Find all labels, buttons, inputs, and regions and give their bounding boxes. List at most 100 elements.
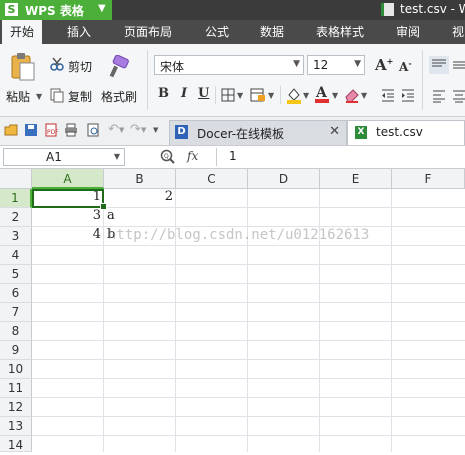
tab-table-style[interactable]: 表格样式 [316, 20, 364, 44]
paste-label[interactable]: 粘贴 [6, 88, 30, 105]
gridline-horizontal [32, 340, 465, 341]
insert-function-button[interactable]: fx [187, 149, 198, 163]
doc-tab-docer[interactable]: D Docer-在线模板 ✕ [169, 120, 347, 145]
column-header-d[interactable]: D [248, 169, 320, 189]
row-header-7[interactable]: 7 [0, 303, 32, 322]
align-middle-icon[interactable] [452, 58, 465, 75]
tab-home[interactable]: 开始 [2, 20, 43, 44]
row-header-14[interactable]: 14 [0, 436, 32, 452]
column-header-a[interactable]: A [32, 169, 104, 189]
row-header-6[interactable]: 6 [0, 284, 32, 303]
cell-b1[interactable]: 2 [104, 189, 176, 208]
svg-text:A: A [315, 85, 328, 101]
font-name-value: 宋体 [160, 60, 185, 74]
app-menu-button[interactable]: S WPS 表格 ▼ [0, 0, 112, 20]
clipboard-icon [11, 53, 35, 81]
cut-button[interactable]: 剪切 [68, 58, 92, 75]
doc-tab-label: Docer-在线模板 [197, 127, 285, 141]
row-header-11[interactable]: 11 [0, 379, 32, 398]
chevron-down-icon: ▼ [113, 152, 120, 161]
chevron-down-icon[interactable]: ▼ [361, 91, 367, 100]
tab-formulas[interactable]: 公式 [205, 20, 229, 44]
italic-button[interactable]: I [181, 86, 187, 101]
paste-dropdown-icon[interactable]: ▼ [36, 92, 42, 101]
active-cell-selection [32, 189, 104, 208]
bold-button[interactable]: B [158, 86, 169, 101]
cell-a2[interactable]: 3 [32, 208, 104, 227]
paste-button[interactable] [10, 52, 36, 82]
spreadsheet-grid[interactable]: A B C D E F 1 2 3 4 5 6 7 8 9 10 11 12 1… [0, 169, 465, 452]
chevron-down-icon[interactable]: ▼ [268, 91, 274, 100]
font-name-select[interactable]: 宋体 ▼ [154, 55, 304, 75]
export-pdf-icon[interactable]: PDF [44, 123, 59, 137]
row-header-2[interactable]: 2 [0, 208, 32, 227]
format-painter-button[interactable]: 格式刷 [101, 88, 137, 105]
tab-review[interactable]: 审阅 [396, 20, 420, 44]
csv-file-icon [381, 3, 394, 16]
underline-button[interactable]: U [198, 86, 209, 101]
name-box[interactable]: A1 ▼ [3, 148, 125, 166]
row-header-12[interactable]: 12 [0, 398, 32, 417]
align-top-icon [432, 59, 446, 67]
open-folder-icon[interactable] [4, 123, 18, 137]
tab-data[interactable]: 数据 [260, 20, 284, 44]
grow-font-button[interactable]: A+ [375, 56, 393, 74]
row-header-8[interactable]: 8 [0, 322, 32, 341]
column-header-f[interactable]: F [392, 169, 465, 189]
align-center-icon[interactable] [452, 89, 465, 106]
gridline-horizontal [32, 397, 465, 398]
column-header-e[interactable]: E [320, 169, 392, 189]
doc-tab-test-csv[interactable]: X test.csv [347, 120, 465, 145]
grow-font-label: A [375, 56, 387, 74]
gridline-horizontal [32, 283, 465, 284]
menu-bar: 开始 插入 页面布局 公式 数据 表格样式 审阅 视 [0, 20, 465, 44]
scissors-icon [50, 57, 64, 74]
fill-color-icon[interactable] [286, 86, 302, 107]
chevron-down-icon[interactable]: ▼ [332, 91, 338, 100]
fill-handle[interactable] [100, 203, 107, 210]
select-all-corner[interactable] [0, 169, 32, 189]
borders-icon[interactable] [221, 88, 235, 105]
column-header-c[interactable]: C [176, 169, 248, 189]
tab-insert[interactable]: 插入 [67, 20, 91, 44]
zoom-search-icon[interactable]: Q [160, 149, 176, 168]
column-header-b[interactable]: B [104, 169, 176, 189]
tab-view[interactable]: 视 [452, 20, 464, 44]
chevron-down-icon[interactable]: ▼ [237, 91, 243, 100]
close-icon[interactable]: ✕ [329, 124, 340, 139]
align-left-icon[interactable] [432, 89, 446, 106]
row-header-3[interactable]: 3 [0, 227, 32, 246]
shrink-font-label: A [399, 60, 409, 74]
formula-input[interactable]: 1 [216, 148, 465, 166]
docer-icon: D [175, 125, 188, 139]
row-header-4[interactable]: 4 [0, 246, 32, 265]
svg-text:Q: Q [164, 153, 169, 160]
print-preview-icon[interactable] [86, 123, 100, 137]
shrink-font-button[interactable]: A- [399, 58, 412, 74]
customize-toolbar-icon[interactable]: ▼ [153, 123, 167, 137]
cell-style-icon[interactable] [250, 88, 266, 105]
align-top-button[interactable] [429, 56, 449, 74]
chevron-down-icon: ▼ [293, 59, 300, 69]
row-header-1[interactable]: 1 [0, 189, 32, 208]
spreadsheet-icon: X [355, 126, 367, 139]
tab-page-layout[interactable]: 页面布局 [124, 20, 172, 44]
row-header-5[interactable]: 5 [0, 265, 32, 284]
row-header-13[interactable]: 13 [0, 417, 32, 436]
copy-button[interactable]: 复制 [68, 88, 92, 105]
cell-a3[interactable]: 4 [32, 227, 104, 246]
eraser-icon[interactable] [344, 87, 360, 106]
gridline-horizontal [32, 416, 465, 417]
cell-b2[interactable]: a [104, 208, 176, 227]
font-color-icon[interactable]: A [314, 84, 330, 107]
gridline-horizontal [32, 321, 465, 322]
row-header-10[interactable]: 10 [0, 360, 32, 379]
row-header-9[interactable]: 9 [0, 341, 32, 360]
increase-indent-icon[interactable] [401, 88, 415, 105]
decrease-indent-icon[interactable] [381, 88, 395, 105]
print-icon[interactable] [64, 123, 78, 137]
font-size-select[interactable]: 12 ▼ [307, 55, 365, 75]
ribbon-separator [422, 50, 423, 110]
save-icon[interactable] [24, 123, 38, 137]
chevron-down-icon[interactable]: ▼ [303, 91, 309, 100]
